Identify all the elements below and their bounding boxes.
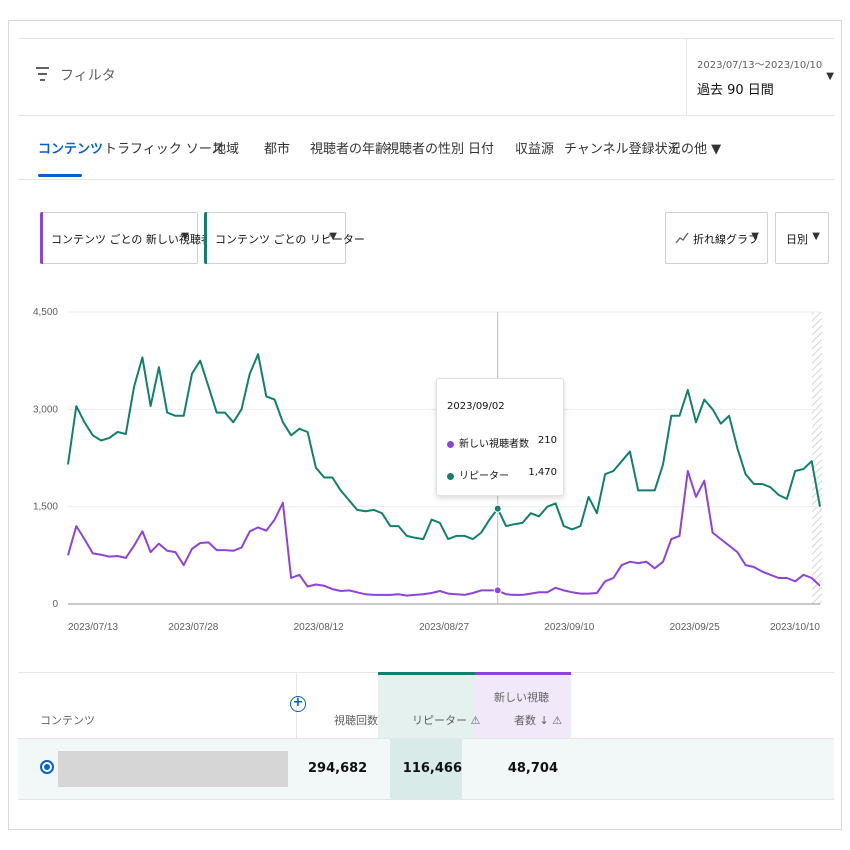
content-table: コンテンツ + 視聴回数 リピーター ⚠ 新しい視聴 者数 ↓ ⚠ 294,68… xyxy=(18,672,834,800)
date-range-text: 2023/07/13～2023/10/10 xyxy=(697,60,823,71)
column-header-content[interactable]: コンテンツ xyxy=(40,712,95,728)
tab-viewer-gender[interactable]: 視聴者の性別 xyxy=(386,138,464,157)
add-column-button[interactable]: + xyxy=(290,696,306,712)
legend-dot xyxy=(447,440,454,448)
x-tick-label: 2023/09/25 xyxy=(670,622,720,633)
filter-bar: フィルタ 2023/07/13～2023/10/10 過去 90 日間 ▼ xyxy=(18,38,834,116)
legend-dot xyxy=(447,472,454,480)
tab-traffic-source[interactable]: トラフィック ソース xyxy=(104,138,224,157)
chevron-down-icon: ▼ xyxy=(826,71,834,82)
incomplete-data-region xyxy=(812,312,822,604)
hover-point xyxy=(493,504,502,513)
line-chart-svg: 0 1,500 3,000 4,500 2023/07/13 2023/07/28 202… xyxy=(33,307,822,633)
table-row[interactable]: 294,682 116,466 48,704 xyxy=(18,738,834,800)
filter-icon[interactable] xyxy=(36,67,49,81)
granularity-label: 日別 xyxy=(786,233,808,246)
tab-city[interactable]: 都市 xyxy=(264,138,290,157)
chevron-down-icon: ▼ xyxy=(181,231,189,242)
cell-views: 294,682 xyxy=(308,761,368,776)
cell-new-viewers: 48,704 xyxy=(507,761,558,776)
x-tick-label: 2023/08/27 xyxy=(419,622,469,633)
tooltip-row-label: 新しい視聴者数 xyxy=(459,439,529,450)
column-header-new-viewers[interactable]: 新しい視聴 xyxy=(494,689,549,705)
cell-repeaters: 116,466 xyxy=(390,739,462,799)
filter-label[interactable]: フィルタ xyxy=(60,65,116,85)
row-select-radio[interactable] xyxy=(40,760,54,774)
line-chart-icon xyxy=(675,232,689,244)
date-period-label: 過去 90 日間 xyxy=(697,83,774,98)
tooltip-date: 2023/09/02 xyxy=(447,401,505,412)
tab-date[interactable]: 日付 xyxy=(468,138,494,157)
metric-selector-label: コンテンツ ごとの 新しい視聴者数 xyxy=(51,233,223,246)
y-tick-label: 3,000 xyxy=(33,404,58,415)
tooltip-row-value: 1,470 xyxy=(528,467,557,478)
y-tick-label: 1,500 xyxy=(33,502,58,513)
dimension-tabs: コンテンツ トラフィック ソース 地域 都市 視聴者の年齢 視聴者の性別 日付 … xyxy=(18,116,834,180)
chevron-down-icon: ▼ xyxy=(812,231,820,242)
tab-more[interactable]: その他 ▼ xyxy=(668,138,721,157)
tab-subscription-status[interactable]: チャンネル登録状況 xyxy=(564,138,681,157)
granularity-selector[interactable]: 日別 ▼ xyxy=(775,212,829,264)
active-tab-indicator xyxy=(38,174,82,177)
tab-region[interactable]: 地域 xyxy=(213,138,239,157)
tab-viewer-age[interactable]: 視聴者の年齢 xyxy=(310,138,388,157)
x-tick-label: 2023/09/10 xyxy=(544,622,594,633)
tooltip-row-repeaters: リピーター 1,470 xyxy=(447,467,557,482)
chevron-down-icon: ▼ xyxy=(751,231,759,242)
chart-type-selector[interactable]: 折れ線グラフ ▼ xyxy=(665,212,768,264)
chart-tooltip: 2023/09/02 新しい視聴者数 210 リピーター 1,470 xyxy=(436,378,564,496)
date-range-selector[interactable]: 2023/07/13～2023/10/10 過去 90 日間 ▼ xyxy=(686,39,834,115)
x-tick-label: 2023/07/28 xyxy=(168,622,218,633)
metric-selector-repeaters[interactable]: コンテンツ ごとの リピーター ▼ xyxy=(204,212,365,264)
hover-point xyxy=(493,586,502,595)
column-header-repeaters[interactable]: リピーター ⚠ xyxy=(412,712,480,728)
tab-content[interactable]: コンテンツ xyxy=(38,138,103,157)
line-chart: 0 1,500 3,000 4,500 2023/07/13 2023/07/28 202… xyxy=(18,280,834,650)
tooltip-row-value: 210 xyxy=(537,435,557,446)
x-tick-label: 2023/07/13 xyxy=(68,622,118,633)
metric-selector-label: コンテンツ ごとの リピーター xyxy=(215,233,365,246)
content-title-redacted xyxy=(58,751,288,787)
x-tick-label: 2023/08/12 xyxy=(294,622,344,633)
chart-type-label: 折れ線グラフ xyxy=(693,233,759,246)
x-tick-label: 2023/10/10 xyxy=(770,622,820,633)
column-header-new-viewers-sort[interactable]: 者数 ↓ ⚠ xyxy=(514,712,562,728)
tooltip-row-label: リピーター xyxy=(459,471,509,482)
y-tick-label: 0 xyxy=(52,599,58,610)
tab-revenue-source[interactable]: 収益源 xyxy=(515,138,554,157)
metric-selector-new-viewers[interactable]: コンテンツ ごとの 新しい視聴者数 ▼ xyxy=(40,212,223,264)
column-header-views[interactable]: 視聴回数 xyxy=(334,712,378,728)
y-tick-label: 4,500 xyxy=(33,307,58,318)
tooltip-row-new-viewers: 新しい視聴者数 210 xyxy=(447,435,557,450)
chevron-down-icon: ▼ xyxy=(329,231,337,242)
